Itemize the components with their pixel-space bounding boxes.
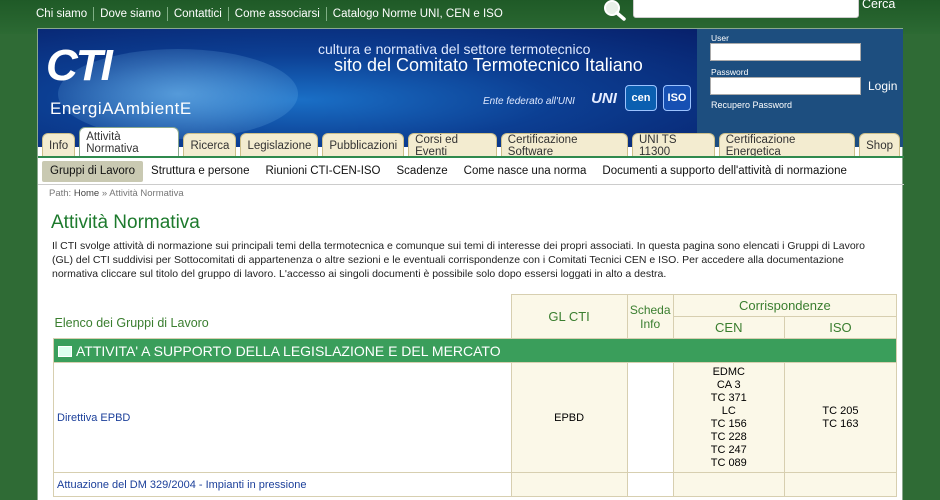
password-field[interactable]: [710, 77, 861, 95]
breadcrumb-current: Attività Normativa: [109, 188, 184, 199]
search-input[interactable]: [633, 0, 859, 18]
tab-legislazione[interactable]: Legislazione: [240, 133, 319, 157]
iso-code: TC 205: [822, 404, 859, 417]
logo-tagline: EnergiAAmbientE: [50, 99, 192, 118]
password-label: Password: [711, 67, 749, 77]
col-cen: CEN: [672, 316, 785, 339]
cen-code: TC 089: [710, 456, 747, 469]
cen-code: CA 3: [716, 378, 741, 391]
tab-uni-ts-11300[interactable]: UNI TS 11300: [632, 133, 715, 158]
top-link-contattici[interactable]: Contattici: [166, 7, 228, 21]
top-link-come-associarsi[interactable]: Come associarsi: [227, 7, 326, 21]
tab-certificazione-energetica[interactable]: Certificazione Energetica: [718, 133, 856, 158]
col-gl-cti: GL CTI: [510, 294, 628, 339]
subnav-come-nasce-norma[interactable]: Come nasce una norma: [456, 161, 595, 182]
breadcrumb-home[interactable]: Home: [74, 188, 99, 199]
login-button[interactable]: Login: [868, 79, 897, 93]
page-title: Attività Normativa: [51, 212, 200, 233]
breadcrumb-separator: »: [101, 188, 108, 199]
cen-code: TC 247: [710, 443, 747, 456]
row-name-cell: Direttiva EPBD: [53, 362, 512, 473]
subnav-gruppi-di-lavoro[interactable]: Gruppi di Lavoro: [42, 160, 144, 182]
cen-code: TC 228: [710, 430, 747, 443]
uni-logo[interactable]: UNI: [591, 85, 617, 111]
search-icon[interactable]: [600, 0, 628, 22]
search-button[interactable]: Cerca: [862, 0, 895, 11]
sub-nav: Gruppi di Lavoro Struttura e persone Riu…: [38, 158, 904, 185]
gl-link-dm-329-2004[interactable]: Attuazione del DM 329/2004 - Impianti in…: [57, 479, 306, 491]
row-scheda-cell: [626, 472, 674, 497]
table-row: Attuazione del DM 329/2004 - Impianti in…: [53, 472, 898, 497]
recover-password-link[interactable]: Recupero Password: [711, 100, 792, 110]
row-gl-cell: EPBD: [510, 362, 628, 473]
tab-ricerca[interactable]: Ricerca: [183, 133, 237, 157]
cen-code: LC: [721, 404, 736, 417]
table-row: Direttiva EPBD EPBD EDMC CA 3 TC 371 LC …: [53, 362, 898, 473]
subnav-documenti-supporto[interactable]: Documenti a supporto dell'attività di no…: [594, 161, 854, 182]
row-iso-cell: [783, 472, 898, 497]
row-gl-cell: [510, 472, 628, 497]
federato-text: Ente federato all'UNI: [483, 96, 575, 107]
cen-code: TC 156: [710, 417, 747, 430]
gl-link-direttiva-epbd[interactable]: Direttiva EPBD: [57, 412, 130, 424]
subnav-riunioni[interactable]: Riunioni CTI-CEN-ISO: [257, 161, 388, 182]
row-cen-cell: EDMC CA 3 TC 371 LC TC 156 TC 228 TC 247…: [672, 362, 785, 473]
col-scheda-info: Scheda Info: [626, 294, 674, 339]
main-tabs: Info Attività Normativa Ricerca Legislaz…: [38, 125, 904, 158]
subnav-scadenze[interactable]: Scadenze: [389, 161, 456, 182]
section-cell: ATTIVITA' A SUPPORTO DELLA LEGISLAZIONE …: [53, 338, 897, 363]
cen-code: EDMC: [712, 365, 745, 378]
col-iso: ISO: [783, 316, 898, 339]
groups-table: Elenco dei Gruppi di Lavoro GL CTI Sched…: [53, 294, 898, 497]
top-link-catalogo-norme[interactable]: Catalogo Norme UNI, CEN e ISO: [325, 7, 509, 21]
tab-pubblicazioni[interactable]: Pubblicazioni: [322, 133, 405, 157]
tab-corsi-eventi[interactable]: Corsi ed Eventi: [408, 133, 497, 158]
user-label: User: [711, 33, 729, 43]
tab-certificazione-software[interactable]: Certificazione Software: [500, 133, 628, 158]
main-panel: CTI EnergiAAmbientE cultura e normativa …: [37, 28, 904, 500]
header-tagline-2: sito del Comitato Termotecnico Italiano: [334, 55, 643, 75]
top-link-chi-siamo[interactable]: Chi siamo: [30, 7, 93, 21]
elenco-header: Elenco dei Gruppi di Lavoro: [53, 294, 512, 339]
section-icon: [58, 345, 72, 357]
row-scheda-cell: [626, 362, 674, 473]
intro-text: Il CTI svolge attività di normazione sui…: [52, 240, 866, 280]
subnav-struttura-persone[interactable]: Struttura e persone: [143, 161, 257, 182]
cen-code: TC 371: [710, 391, 747, 404]
section-title: ATTIVITA' A SUPPORTO DELLA LEGISLAZIONE …: [76, 342, 501, 359]
cen-logo[interactable]: cen: [625, 85, 657, 111]
row-cen-cell: [672, 472, 785, 497]
col-corrispondenze: Corrispondenze: [672, 294, 898, 317]
tab-info[interactable]: Info: [42, 133, 76, 157]
section-row: ATTIVITA' A SUPPORTO DELLA LEGISLAZIONE …: [53, 338, 897, 363]
row-name-cell: Attuazione del DM 329/2004 - Impianti in…: [53, 472, 512, 497]
iso-code: TC 163: [822, 417, 859, 430]
user-field[interactable]: [710, 43, 861, 61]
top-nav: Chi siamo Dove siamo Contattici Come ass…: [30, 0, 509, 28]
top-link-dove-siamo[interactable]: Dove siamo: [93, 7, 167, 21]
iso-logo[interactable]: ISO: [663, 85, 691, 111]
tab-shop[interactable]: Shop: [859, 133, 900, 157]
tab-attivita-normativa[interactable]: Attività Normativa: [79, 127, 180, 157]
cti-logo[interactable]: CTI: [46, 41, 113, 91]
breadcrumb: Path: Home » Attività Normativa: [49, 188, 184, 199]
row-iso-cell: TC 205 TC 163: [783, 362, 898, 473]
breadcrumb-prefix: Path:: [49, 188, 72, 199]
